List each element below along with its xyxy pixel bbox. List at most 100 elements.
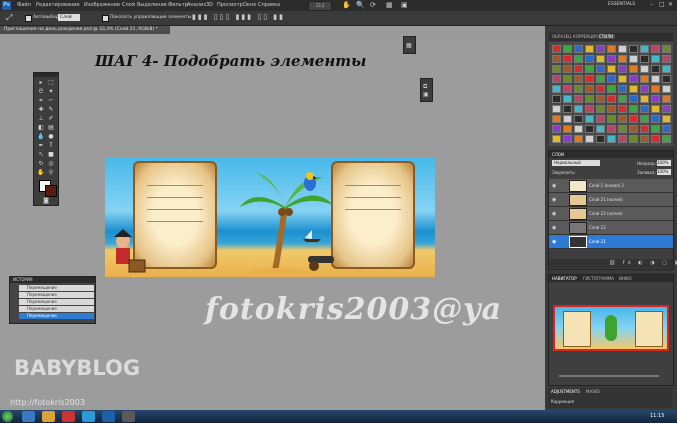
layer-row[interactable]: ◉ Слой 1 (копия) 2 <box>549 179 673 193</box>
navigator-preview[interactable] <box>553 305 669 351</box>
screen-mode-icon[interactable]: ▣ <box>401 1 408 9</box>
style-swatch[interactable] <box>640 125 649 133</box>
style-swatch[interactable] <box>662 95 671 103</box>
clone-stamp-icon[interactable]: ⊥ <box>37 115 45 122</box>
style-swatch[interactable] <box>640 45 649 53</box>
style-swatch[interactable] <box>596 115 605 123</box>
style-swatch[interactable] <box>629 135 638 143</box>
opera-taskbar-icon[interactable] <box>62 411 75 422</box>
style-swatch[interactable] <box>552 45 561 53</box>
style-swatch[interactable] <box>596 55 605 63</box>
style-swatch[interactable] <box>574 125 583 133</box>
dodge-tool-icon[interactable]: ● <box>47 133 55 140</box>
style-swatch[interactable] <box>574 135 583 143</box>
zoom-tool-icon[interactable]: 🔍 <box>356 1 365 9</box>
gradient-tool-icon[interactable]: ▤ <box>47 124 55 131</box>
style-swatch[interactable] <box>596 85 605 93</box>
style-swatch[interactable] <box>618 115 627 123</box>
style-swatch[interactable] <box>618 65 627 73</box>
eyedropper-icon[interactable]: ⌐ <box>47 97 55 104</box>
tab-histogram[interactable]: ГИСТОГРАММА <box>583 276 614 281</box>
tab-styles[interactable]: СТИЛИ <box>597 34 616 39</box>
style-swatch[interactable] <box>563 115 572 123</box>
style-swatch[interactable] <box>640 65 649 73</box>
show-transform-checkbox[interactable] <box>102 15 109 22</box>
style-swatch[interactable] <box>640 105 649 113</box>
style-swatch[interactable] <box>618 85 627 93</box>
style-swatch[interactable] <box>629 75 638 83</box>
move-tool-icon[interactable]: ▸ <box>37 79 45 86</box>
panel-icon[interactable]: ⧉ <box>423 83 427 91</box>
style-swatch[interactable] <box>563 45 572 53</box>
panel-icon[interactable]: ▣ <box>423 91 429 98</box>
style-swatch[interactable] <box>629 85 638 93</box>
eye-icon[interactable]: ◉ <box>552 239 556 245</box>
style-swatch[interactable] <box>618 45 627 53</box>
background-color-swatch[interactable] <box>45 185 57 197</box>
style-swatch[interactable] <box>552 55 561 63</box>
style-swatch[interactable] <box>552 135 561 143</box>
rotate-view-icon[interactable]: ⟳ <box>370 1 376 9</box>
brush-tool-icon[interactable]: ✎ <box>47 106 55 113</box>
style-swatch[interactable] <box>629 95 638 103</box>
style-swatch[interactable] <box>596 135 605 143</box>
style-swatch[interactable] <box>662 125 671 133</box>
tab-layers[interactable]: СЛОИ <box>552 152 564 157</box>
menu-image[interactable]: Изображение <box>84 2 120 8</box>
style-swatch[interactable] <box>651 65 660 73</box>
type-tool-icon[interactable]: T <box>47 142 55 149</box>
pen-tool-icon[interactable]: ✒ <box>37 142 45 149</box>
style-swatch[interactable] <box>618 135 627 143</box>
style-swatch[interactable] <box>563 55 572 63</box>
style-swatch[interactable] <box>662 45 671 53</box>
move-tool-icon[interactable]: ⤢ <box>6 13 12 23</box>
style-swatch[interactable] <box>651 115 660 123</box>
style-swatch[interactable] <box>585 95 594 103</box>
blur-tool-icon[interactable]: 💧 <box>37 133 45 140</box>
style-swatch[interactable] <box>629 105 638 113</box>
style-swatch[interactable] <box>662 55 671 63</box>
arrange-documents-icon[interactable]: ▦ <box>386 1 393 9</box>
style-swatch[interactable] <box>640 75 649 83</box>
style-swatch[interactable] <box>651 95 660 103</box>
style-swatch[interactable] <box>618 125 627 133</box>
style-swatch[interactable] <box>607 55 616 63</box>
tab-masks[interactable]: MASKS <box>586 389 600 394</box>
menu-edit[interactable]: Редактирование <box>36 2 80 8</box>
start-button-icon[interactable] <box>2 411 13 422</box>
style-swatch[interactable] <box>662 135 671 143</box>
history-item[interactable]: Перемещение <box>19 285 94 291</box>
zoom-select[interactable]: 33,3 <box>308 1 332 11</box>
shape-tool-icon[interactable]: ■ <box>47 151 55 158</box>
style-swatch[interactable] <box>607 75 616 83</box>
eye-icon[interactable]: ◉ <box>552 183 556 189</box>
menu-view[interactable]: Просмотр <box>217 2 243 8</box>
style-swatch[interactable] <box>574 115 583 123</box>
style-swatch[interactable] <box>618 75 627 83</box>
history-item-selected[interactable]: Перемещение <box>19 313 94 319</box>
eraser-tool-icon[interactable]: ◧ <box>37 124 45 131</box>
tab-adjustments-panel[interactable]: ADJUSTMENTS <box>551 389 580 394</box>
style-swatch[interactable] <box>618 105 627 113</box>
style-swatch[interactable] <box>585 65 594 73</box>
explorer-taskbar-icon[interactable] <box>42 411 55 422</box>
crop-tool-icon[interactable]: ⌗ <box>37 97 45 104</box>
history-brush-icon[interactable]: ✐ <box>47 115 55 122</box>
style-swatch[interactable] <box>574 65 583 73</box>
layer-actions-icons[interactable]: ⛓ fx ◐ ◑ ▢ ▣ 🗑 <box>609 260 677 266</box>
style-swatch[interactable] <box>640 135 649 143</box>
document-tab[interactable]: Приглашение на день рождения.psd @ 33,3%… <box>0 26 170 34</box>
style-swatch[interactable] <box>585 105 594 113</box>
style-swatch[interactable] <box>640 95 649 103</box>
menu-layer[interactable]: Слой <box>122 2 135 8</box>
style-swatch[interactable] <box>552 115 561 123</box>
style-swatch[interactable] <box>585 45 594 53</box>
style-swatch[interactable] <box>629 115 638 123</box>
magic-wand-icon[interactable]: ✦ <box>47 88 55 95</box>
style-swatch[interactable] <box>574 45 583 53</box>
style-swatch[interactable] <box>563 95 572 103</box>
style-swatch[interactable] <box>618 55 627 63</box>
autoselect-dropdown[interactable]: Слой <box>58 14 80 21</box>
style-swatch[interactable] <box>585 135 594 143</box>
history-item[interactable]: Перемещение <box>19 299 94 305</box>
